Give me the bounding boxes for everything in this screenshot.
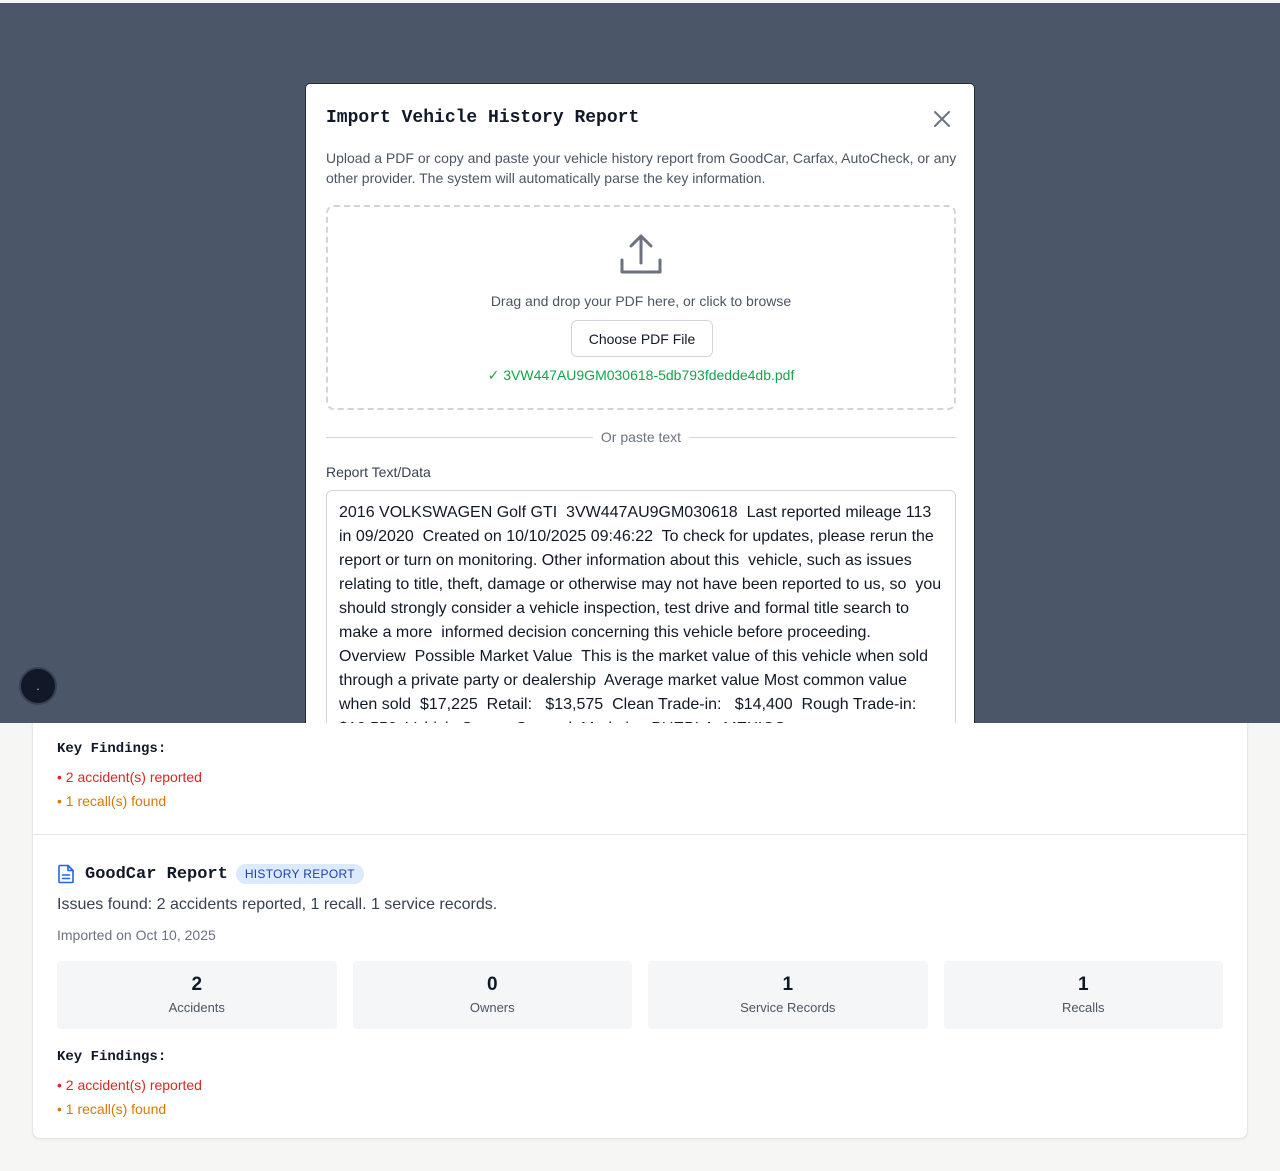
- imported-date: Imported on Oct 10, 2025: [57, 927, 216, 943]
- section-divider: [33, 834, 1247, 835]
- stat-value: 2: [191, 974, 203, 995]
- stat-value: 1: [1077, 974, 1089, 995]
- modal-description: Upload a PDF or copy and paste your vehi…: [326, 150, 957, 186]
- drop-prompt: Drag and drop your PDF here, or click to…: [490, 293, 792, 309]
- stat-label: Accidents: [168, 1000, 225, 1015]
- stat-label: Owners: [469, 1000, 515, 1015]
- finding-accidents: • 2 accident(s) reported: [57, 1077, 202, 1093]
- separator-line: [689, 436, 956, 438]
- document-icon: [57, 864, 77, 884]
- stat-recalls: 1 Recalls: [943, 961, 1223, 1029]
- modal-title: Import Vehicle History Report: [326, 108, 640, 128]
- separator-line: [326, 436, 593, 438]
- close-button[interactable]: [932, 109, 952, 129]
- stat-accidents: 2 Accidents: [57, 961, 337, 1029]
- close-icon: [934, 111, 950, 127]
- stat-value: 0: [486, 974, 498, 995]
- or-separator: Or paste text: [326, 427, 956, 447]
- report-header: GoodCar Report HISTORY REPORT: [57, 863, 1223, 885]
- modal-overlay[interactable]: Import Vehicle History Report Upload a P…: [0, 3, 1280, 723]
- stat-owners: 0 Owners: [352, 961, 632, 1029]
- stat-label: Service Records: [740, 1000, 836, 1015]
- history-report-badge: HISTORY REPORT: [235, 864, 364, 884]
- finding-recalls: • 1 recall(s) found: [57, 1101, 167, 1117]
- report-text-label: Report Text/Data: [326, 464, 431, 480]
- stat-value: 1: [782, 974, 794, 995]
- selected-file-name: ✓ 3VW447AU9GM030618-5db793fdedde4db.pdf: [487, 367, 795, 383]
- stat-label: Recalls: [1061, 1000, 1105, 1015]
- or-text: Or paste text: [600, 429, 682, 445]
- findings-list: • 2 accident(s) reported • 1 recall(s) f…: [57, 765, 202, 813]
- upload-icon: [619, 233, 663, 277]
- key-findings-title: Key Findings:: [57, 1049, 167, 1065]
- report-summary: Issues found: 2 accidents reported, 1 re…: [57, 896, 498, 913]
- report-title: GoodCar Report: [85, 864, 228, 884]
- findings-list: • 2 accident(s) reported • 1 recall(s) f…: [57, 1073, 1223, 1121]
- finding-accidents: • 2 accident(s) reported: [57, 769, 202, 785]
- choose-pdf-button[interactable]: Choose PDF File: [571, 320, 713, 357]
- import-report-modal: Import Vehicle History Report Upload a P…: [305, 83, 975, 723]
- finding-recalls: • 1 recall(s) found: [57, 793, 167, 809]
- report-text-area[interactable]: 2016 VOLKSWAGEN Golf GTI 3VW447AU9GM0306…: [326, 490, 956, 723]
- stats-row: 2 Accidents 0 Owners 1 Service Records 1…: [57, 961, 1223, 1029]
- report-1-findings: Key Findings: • 2 accident(s) reported •…: [57, 739, 202, 813]
- stat-service-records: 1 Service Records: [648, 961, 928, 1029]
- pdf-dropzone[interactable]: Drag and drop your PDF here, or click to…: [326, 205, 956, 410]
- floating-action-button[interactable]: .: [19, 667, 57, 705]
- key-findings-title: Key Findings:: [57, 741, 167, 757]
- goodcar-report-section: GoodCar Report HISTORY REPORT Issues fou…: [57, 863, 1223, 1121]
